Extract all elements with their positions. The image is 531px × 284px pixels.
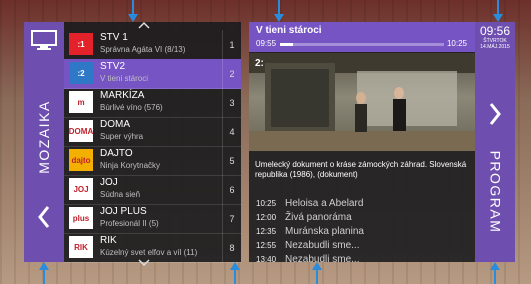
mozaika-button[interactable]: MOZAIKA bbox=[24, 82, 64, 192]
channel-current-show: Ninja Korytnačky bbox=[100, 161, 161, 170]
channel-number: 5 bbox=[222, 146, 241, 175]
channel-logo-icon: m bbox=[69, 91, 93, 113]
callout-arrow-down-icon bbox=[493, 0, 503, 22]
chevron-right-icon[interactable] bbox=[485, 94, 505, 134]
channel-logo-icon: :1 bbox=[69, 33, 93, 55]
right-panel: 09:56 ŠTVRTOK 14.MÁJ.2015 PROGRAM bbox=[475, 22, 515, 262]
channel-row[interactable]: m MARKÍZA Búrlivé víno (576) 3 bbox=[64, 88, 241, 118]
clock: 09:56 bbox=[479, 24, 511, 38]
epg-title: Živá panoráma bbox=[285, 212, 352, 223]
channel-logo: 2: bbox=[255, 58, 264, 69]
channel-logo-icon: JOJ bbox=[69, 178, 93, 200]
epg-time: 13:40 bbox=[256, 255, 277, 264]
channel-current-show: Búrlivé víno (576) bbox=[100, 103, 163, 112]
program-button[interactable]: PROGRAM bbox=[475, 142, 515, 242]
epg-item[interactable]: 12:55 Nezabudli sme... bbox=[249, 240, 475, 254]
channel-name: JOJ PLUS bbox=[100, 206, 147, 217]
epg-title: Nezabudli sme... bbox=[285, 240, 360, 251]
program-detail-panel: V tieni stároci 09:55 10:25 2: Umelecký … bbox=[249, 22, 475, 265]
callout-arrow-up-icon bbox=[39, 262, 49, 284]
channel-number: 2 bbox=[222, 59, 241, 88]
channel-logo-icon: RIK bbox=[69, 236, 93, 258]
epg-time: 12:00 bbox=[256, 213, 277, 222]
channel-row[interactable]: dajto DAJTO Ninja Korytnačky 5 bbox=[64, 146, 241, 176]
channel-row[interactable]: DOMA DOMA Super výhra 4 bbox=[64, 117, 241, 147]
epg-time: 12:55 bbox=[256, 241, 277, 250]
epg-title: Heloisa a Abelard bbox=[285, 198, 364, 209]
epg-item[interactable]: 12:35 Muránska planina bbox=[249, 226, 475, 240]
progress-bar bbox=[280, 43, 444, 46]
progress-fill bbox=[280, 43, 294, 46]
channel-logo-icon: dajto bbox=[69, 149, 93, 171]
program-label: PROGRAM bbox=[487, 150, 503, 234]
channel-current-show: Súdna sieň bbox=[100, 190, 141, 199]
channel-current-show: Kúzelný svet elfov a víl (11) bbox=[100, 248, 198, 257]
program-title: V tieni stároci bbox=[256, 25, 322, 36]
channel-number: 3 bbox=[222, 88, 241, 117]
now-playing-header: V tieni stároci 09:55 10:25 bbox=[249, 22, 475, 52]
channel-list: :1 STV 1 Správna Agáta VI (8/13) 1 :2 STV2 V t… bbox=[64, 21, 241, 267]
channel-name: RIK bbox=[100, 235, 117, 246]
epg-item[interactable]: 13:40 Nezabudli sme... bbox=[249, 254, 475, 268]
channel-row[interactable]: :2 STV2 V tieni stároci 2 bbox=[64, 59, 241, 89]
channel-name: JOJ bbox=[100, 177, 118, 188]
channel-number: 7 bbox=[222, 204, 241, 233]
callout-arrow-up-icon bbox=[490, 262, 500, 284]
start-time: 09:55 bbox=[256, 39, 277, 48]
video-frame bbox=[249, 53, 475, 151]
video-preview[interactable]: 2: bbox=[249, 53, 475, 151]
channel-name: DAJTO bbox=[100, 148, 133, 159]
tv-icon[interactable] bbox=[29, 28, 59, 52]
callout-arrow-down-icon bbox=[274, 0, 284, 22]
channel-current-show: Správna Agáta VI (8/13) bbox=[100, 45, 186, 54]
chevron-down-icon[interactable] bbox=[134, 258, 154, 268]
channel-logo-icon: DOMA bbox=[69, 120, 93, 142]
channel-number: 8 bbox=[222, 233, 241, 262]
channel-logo-icon: plus bbox=[69, 207, 93, 229]
callout-arrow-up-icon bbox=[312, 262, 322, 284]
program-description: Umelecký dokument o kráse zámockých záhr… bbox=[255, 160, 467, 179]
epg-title: Nezabudli sme... bbox=[285, 254, 360, 265]
epg-item[interactable]: 12:00 Živá panoráma bbox=[249, 212, 475, 226]
channel-number: 6 bbox=[222, 175, 241, 204]
channel-name: MARKÍZA bbox=[100, 90, 145, 101]
channel-row[interactable]: JOJ JOJ Súdna sieň 6 bbox=[64, 175, 241, 205]
epg-item[interactable]: 10:25 Heloisa a Abelard bbox=[249, 198, 475, 212]
channel-number: 4 bbox=[222, 117, 241, 146]
mozaika-label: MOZAIKA bbox=[36, 100, 53, 174]
channel-current-show: Super výhra bbox=[100, 132, 144, 141]
left-panel: MOZAIKA bbox=[24, 22, 64, 262]
channel-name: DOMA bbox=[100, 119, 130, 130]
callout-arrow-up-icon bbox=[230, 262, 240, 284]
channel-current-show: V tieni stároci bbox=[100, 74, 149, 83]
channel-row[interactable]: :1 STV 1 Správna Agáta VI (8/13) 1 bbox=[64, 30, 241, 60]
channel-current-show: Profesionál II (5) bbox=[100, 219, 159, 228]
epg-time: 10:25 bbox=[256, 199, 277, 208]
date: 14.MÁJ.2015 bbox=[480, 44, 510, 50]
chevron-left-icon[interactable] bbox=[34, 197, 54, 237]
channel-name: STV2 bbox=[100, 61, 126, 72]
channel-row[interactable]: plus JOJ PLUS Profesionál II (5) 7 bbox=[64, 204, 241, 234]
epg-title: Muránska planina bbox=[285, 226, 364, 237]
epg-time: 12:35 bbox=[256, 227, 277, 236]
channel-logo-icon: :2 bbox=[69, 62, 93, 84]
channel-number: 1 bbox=[222, 30, 241, 59]
end-time: 10:25 bbox=[446, 39, 467, 48]
callout-arrow-down-icon bbox=[128, 0, 138, 22]
channel-name: STV 1 bbox=[100, 32, 128, 43]
